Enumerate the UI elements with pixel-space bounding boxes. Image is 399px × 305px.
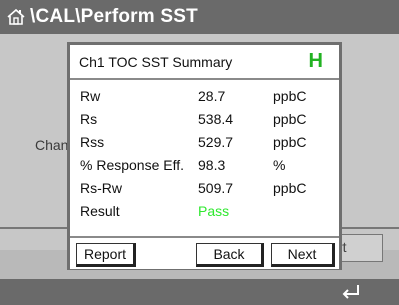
row-label: Result	[80, 203, 120, 219]
result-value: Pass	[198, 203, 230, 219]
row-unit: ppbC	[273, 88, 307, 104]
status-badge: H	[308, 50, 323, 72]
row-label: % Response Eff.	[80, 157, 185, 173]
home-icon[interactable]	[6, 7, 26, 27]
return-icon[interactable]	[340, 281, 362, 301]
row-label: Rs-Rw	[80, 180, 122, 196]
row-unit: %	[273, 157, 286, 173]
row-value: 509.7	[198, 180, 234, 196]
row-unit: ppbC	[273, 111, 307, 127]
row-unit: ppbC	[273, 180, 307, 196]
dialog-footer: Report Back Next	[70, 236, 339, 269]
background-label: Chan	[35, 137, 69, 153]
next-button[interactable]: Next	[271, 243, 335, 267]
row-label: Rss	[80, 134, 105, 150]
row-value: 98.3	[198, 157, 226, 173]
row-value: 28.7	[198, 88, 226, 104]
row-value: 529.7	[198, 134, 234, 150]
title-bar: \CAL\Perform SST	[0, 0, 399, 34]
row-label: Rw	[80, 88, 101, 104]
row-unit: ppbC	[273, 134, 307, 150]
dialog-title: Ch1 TOC SST Summary	[79, 54, 233, 70]
page-title: \CAL\Perform SST	[30, 6, 198, 27]
report-button[interactable]: Report	[76, 243, 136, 267]
back-button[interactable]: Back	[196, 243, 264, 267]
row-label: Rs	[80, 111, 98, 127]
row-value: 538.4	[198, 111, 234, 127]
sst-summary-dialog: Ch1 TOC SST Summary H Rw 28.7 ppbC Rs 53…	[67, 42, 342, 270]
dialog-header: Ch1 TOC SST Summary H	[70, 45, 339, 80]
